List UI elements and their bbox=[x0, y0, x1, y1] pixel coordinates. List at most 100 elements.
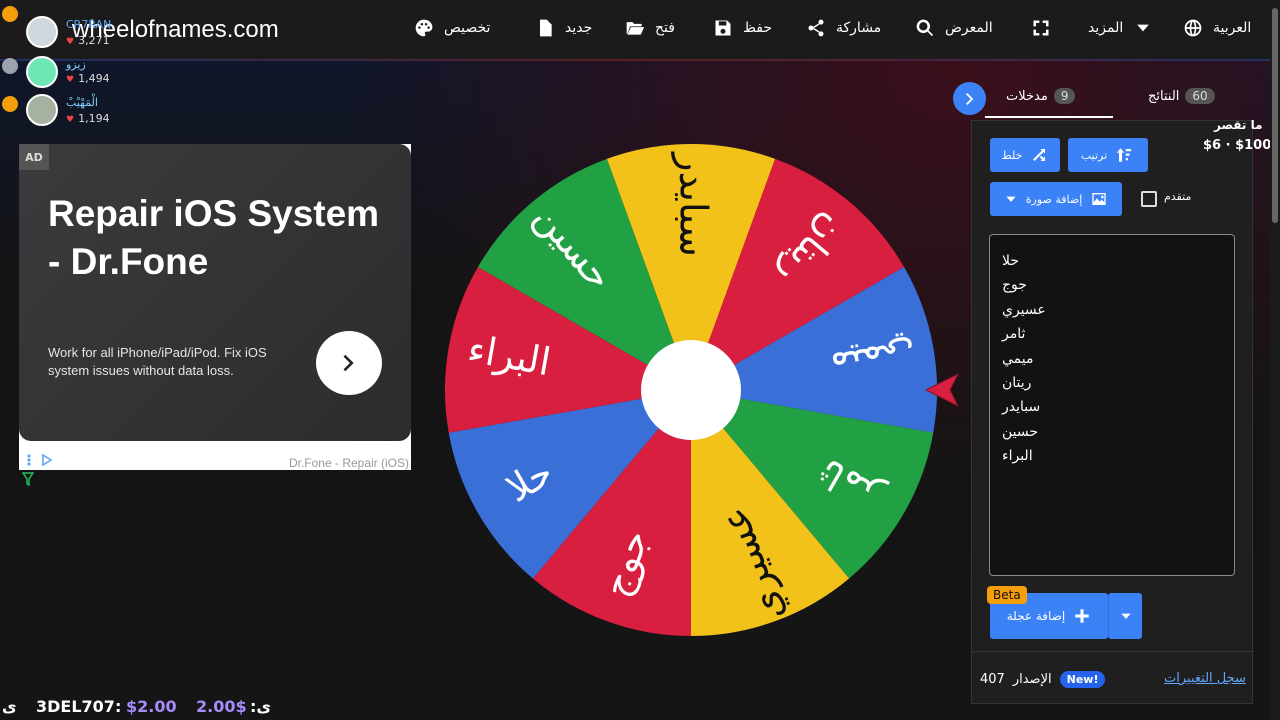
open-menu-button[interactable]: فتح bbox=[625, 18, 675, 38]
ad-card[interactable]: Repair iOS System - Dr.Fone Work for all… bbox=[19, 144, 411, 441]
active-tab-indicator bbox=[985, 116, 1113, 118]
share-label: مشاركة bbox=[836, 20, 882, 36]
list-item: حسين bbox=[1002, 423, 1039, 440]
donation-label: ما تقصر bbox=[1214, 118, 1263, 132]
customize-menu-button[interactable]: تخصيص bbox=[414, 18, 490, 38]
viewer-count: ♥ 1,494 bbox=[66, 72, 110, 85]
ticker-amount: 2.00$ bbox=[196, 697, 247, 716]
donation-amount: $6 · $100 bbox=[1203, 138, 1272, 153]
viewer-name: الْمَهْيْبْ bbox=[66, 96, 98, 109]
spin-wheel[interactable]: سبايدر ريتانميميثامرعسيريجوجحلاالبراءحسين bbox=[444, 143, 938, 637]
language-menu-button[interactable]: العربية bbox=[1183, 18, 1251, 38]
ticker-name: ى bbox=[2, 697, 17, 716]
scrollbar-thumb[interactable] bbox=[1272, 8, 1278, 223]
ad-headline: Repair iOS System - Dr.Fone bbox=[48, 193, 380, 282]
heart-icon: ♥ bbox=[66, 75, 75, 85]
folder-open-icon bbox=[626, 22, 645, 35]
chevron-right-icon bbox=[965, 92, 973, 105]
more-label: المزيد bbox=[1088, 20, 1124, 36]
add-wheel-dropdown-button[interactable] bbox=[1108, 593, 1142, 639]
add-wheel-label: إضافة عجلة bbox=[1006, 609, 1066, 623]
ticker-amount: $2.00 bbox=[126, 697, 177, 716]
share-icon bbox=[808, 19, 824, 37]
avatar bbox=[26, 94, 58, 126]
list-item: عسيري bbox=[1002, 301, 1046, 318]
gallery-label: المعرض bbox=[945, 20, 993, 36]
beta-badge: Beta bbox=[987, 586, 1027, 604]
list-item: البراء bbox=[1002, 448, 1033, 465]
fullscreen-icon bbox=[1033, 20, 1049, 36]
collapse-sidebar-button[interactable] bbox=[953, 82, 986, 115]
top-navbar: wheelofnames.com تخصيص جديد فتح حفظ مشار… bbox=[0, 0, 1280, 61]
changelog-link[interactable]: سجل التغييرات bbox=[1164, 671, 1246, 686]
panel-divider bbox=[972, 651, 1254, 652]
tab-entries[interactable]: مدخلات 9 bbox=[1006, 88, 1076, 104]
entries-panel: خلط ترتيب إضافة صورة متقدم حلا جوج عسيري… bbox=[971, 120, 1254, 704]
new-menu-button[interactable]: جديد bbox=[535, 18, 592, 38]
customize-label: تخصيص bbox=[444, 20, 491, 36]
chevron-right-icon bbox=[343, 354, 354, 372]
sort-button[interactable]: ترتيب bbox=[1068, 138, 1148, 172]
ad-footer[interactable]: Dr.Fone - Repair (iOS) bbox=[289, 456, 409, 470]
screen: wheelofnames.com تخصيص جديد فتح حفظ مشار… bbox=[0, 0, 1280, 720]
viewer-name: زيزو bbox=[66, 58, 86, 71]
share-menu-button[interactable]: مشاركة bbox=[806, 18, 881, 38]
shuffle-icon bbox=[1033, 149, 1046, 161]
wheel-center[interactable] bbox=[641, 340, 741, 440]
more-menu-button[interactable]: المزيد bbox=[1088, 18, 1153, 38]
version-info: 407 الإصدار New! bbox=[980, 671, 1106, 688]
new-badge: New! bbox=[1059, 671, 1106, 688]
image-icon bbox=[1092, 193, 1106, 205]
scrollbar[interactable] bbox=[1270, 0, 1280, 720]
viewer-count: ♥ 1,194 bbox=[66, 112, 110, 125]
heart-icon: ♥ bbox=[66, 115, 75, 125]
language-label: العربية bbox=[1213, 20, 1252, 36]
list-item: حلا bbox=[1002, 253, 1020, 269]
fullscreen-button[interactable] bbox=[1031, 18, 1051, 38]
tab-results-label: النتائج bbox=[1148, 88, 1180, 104]
save-label: حفظ bbox=[743, 20, 773, 36]
ad-choices-icon[interactable] bbox=[23, 452, 63, 468]
viewer-name: CR7RAN bbox=[66, 18, 112, 31]
sort-label: ترتيب bbox=[1080, 148, 1108, 162]
caret-down-icon bbox=[1137, 24, 1150, 32]
rank-badge-icon bbox=[2, 58, 18, 74]
add-image-label: إضافة صورة bbox=[1025, 192, 1083, 206]
viewer-count: ♥ 3,271 bbox=[66, 34, 110, 47]
wheel-pointer bbox=[924, 372, 960, 408]
file-icon bbox=[540, 19, 552, 37]
wheel-segment-label: سبايدر bbox=[672, 151, 716, 257]
version-label: الإصدار bbox=[1012, 672, 1052, 687]
ad-description: Work for all iPhone/iPad/iPod. Fix iOS s… bbox=[48, 345, 267, 378]
palette-icon bbox=[415, 19, 433, 37]
advertisement[interactable]: Repair iOS System - Dr.Fone Work for all… bbox=[19, 144, 411, 470]
entries-count-badge: 9 bbox=[1053, 88, 1076, 104]
add-image-button[interactable]: إضافة صورة bbox=[990, 182, 1122, 216]
list-item: ثامر bbox=[1002, 326, 1026, 343]
ad-open-button[interactable] bbox=[316, 331, 382, 395]
tab-results[interactable]: النتائج 60 bbox=[1148, 88, 1215, 104]
entries-textarea[interactable]: حلا جوج عسيري ثامر ميمي ريتان سبايدر حسي… bbox=[989, 234, 1235, 576]
globe-icon bbox=[1184, 19, 1202, 37]
version-number: 407 bbox=[980, 672, 1005, 687]
list-item: ميمي bbox=[1002, 350, 1034, 367]
list-item: ريتان bbox=[1002, 375, 1032, 392]
ticker-name: :ى bbox=[250, 697, 272, 716]
shuffle-label: خلط bbox=[1001, 148, 1023, 162]
sidebar-tabs: مدخلات 9 النتائج 60 bbox=[950, 80, 1270, 120]
advanced-checkbox[interactable] bbox=[1141, 191, 1157, 207]
results-count-badge: 60 bbox=[1185, 88, 1215, 104]
filter-icon bbox=[22, 472, 34, 486]
sort-icon bbox=[1116, 148, 1132, 162]
heart-icon: ♥ bbox=[66, 37, 75, 47]
advanced-label: متقدم bbox=[1164, 190, 1192, 203]
save-menu-button[interactable]: حفظ bbox=[713, 18, 772, 38]
avatar bbox=[26, 56, 58, 88]
open-label: فتح bbox=[655, 20, 675, 36]
caret-down-icon bbox=[1006, 196, 1016, 202]
tab-entries-label: مدخلات bbox=[1006, 88, 1048, 104]
caret-down-icon bbox=[1120, 613, 1131, 619]
plus-icon bbox=[1075, 609, 1089, 623]
gallery-menu-button[interactable]: المعرض bbox=[915, 18, 993, 38]
shuffle-button[interactable]: خلط bbox=[990, 138, 1060, 172]
